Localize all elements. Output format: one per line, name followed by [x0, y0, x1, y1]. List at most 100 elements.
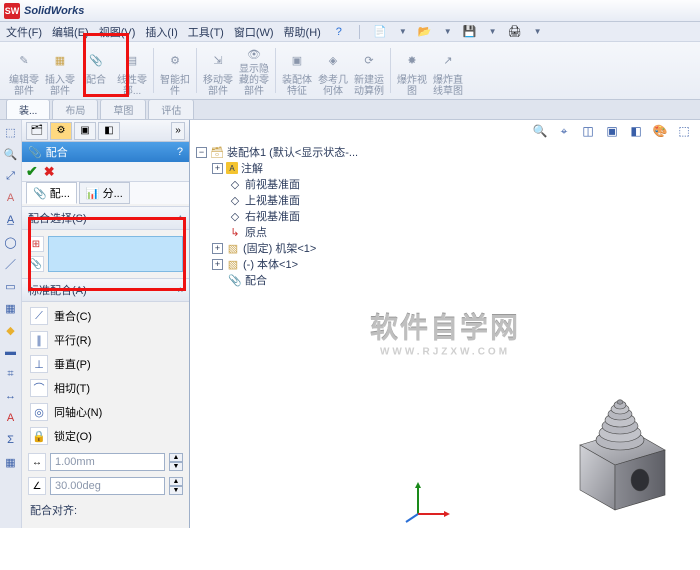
- circle-icon[interactable]: ◯: [3, 234, 19, 250]
- parallel-icon: ∥: [30, 331, 48, 349]
- section-icon[interactable]: ◧: [626, 122, 646, 140]
- fm-tab-property[interactable]: ⚙: [50, 122, 72, 140]
- fm-tab-expand[interactable]: »: [171, 122, 185, 140]
- section-standard-mates[interactable]: 标准配合(A)˄: [22, 278, 189, 302]
- dimension-icon[interactable]: ↔: [3, 388, 19, 404]
- help-icon[interactable]: ?: [331, 24, 347, 40]
- display-style-icon[interactable]: ▣: [602, 122, 622, 140]
- appearance-icon[interactable]: ⬚: [674, 122, 694, 140]
- graphics-area[interactable]: 🔍 ⌖ ◫ ▣ ◧ 🎨 ⬚ −🗃装配体1 (默认<显示状态-... +A注解 ◇…: [190, 120, 700, 528]
- line-icon[interactable]: ／: [3, 256, 19, 272]
- explode-line-button[interactable]: ↗爆炸直 线草图: [430, 44, 466, 97]
- menu-tools[interactable]: 工具(T): [188, 24, 224, 40]
- subtab-mate[interactable]: 📎配...: [26, 182, 77, 204]
- mate-coincident[interactable]: ⟋重合(C): [22, 304, 189, 328]
- spin-down[interactable]: ▼: [169, 462, 183, 471]
- select-icon[interactable]: ⬚: [3, 124, 19, 140]
- mate-lock[interactable]: 🔒锁定(O): [22, 424, 189, 448]
- zoom-fit-icon[interactable]: 🔍: [530, 122, 550, 140]
- style-icon[interactable]: Σ: [3, 432, 19, 448]
- tree-collapse[interactable]: −: [196, 147, 207, 158]
- fm-tab-feature[interactable]: 🗂: [26, 122, 48, 140]
- menu-view[interactable]: 视图(V): [99, 24, 136, 40]
- subtab-analyze[interactable]: 📊分...: [79, 182, 130, 204]
- spin-up[interactable]: ▲: [169, 477, 183, 486]
- note-icon[interactable]: A̲: [3, 212, 19, 228]
- linear-component-button[interactable]: ▤线性零 部...: [114, 44, 150, 97]
- reference-geometry-button[interactable]: ◈参考几 何体: [315, 44, 351, 97]
- print-icon[interactable]: 🖨: [507, 24, 523, 40]
- mate-parallel[interactable]: ∥平行(R): [22, 328, 189, 352]
- smart-fastener-button[interactable]: ⚙智能扣 件: [157, 44, 193, 97]
- tab-sketch[interactable]: 草图: [100, 99, 146, 119]
- spin-up[interactable]: ▲: [169, 453, 183, 462]
- mate-perpendicular[interactable]: ⊥垂直(P): [22, 352, 189, 376]
- spin-down[interactable]: ▼: [169, 486, 183, 495]
- tree-part2[interactable]: (-) 本体<1>: [243, 256, 298, 272]
- tab-evaluate[interactable]: 评估: [148, 99, 194, 119]
- tree-top-plane[interactable]: 上视基准面: [245, 192, 300, 208]
- menu-window[interactable]: 窗口(W): [234, 24, 274, 40]
- fm-tab-display[interactable]: ◧: [98, 122, 120, 140]
- fill-icon[interactable]: ▬: [3, 344, 19, 360]
- fm-tab-config[interactable]: ▣: [74, 122, 96, 140]
- multi-mate-icon[interactable]: 📎: [28, 256, 44, 272]
- dropdown-icon[interactable]: ▼: [444, 27, 452, 36]
- edit-component-button[interactable]: ✎编辑零 部件: [6, 44, 42, 97]
- tree-expand[interactable]: +: [212, 163, 223, 174]
- tree-annotations[interactable]: 注解: [241, 160, 263, 176]
- selection-field[interactable]: [48, 236, 183, 272]
- zoom-area-icon[interactable]: ⌖: [554, 122, 574, 140]
- assembly-feature-button[interactable]: ▣装配体 特征: [279, 44, 315, 97]
- tree-expand[interactable]: +: [212, 243, 223, 254]
- menu-help[interactable]: 帮助(H): [284, 24, 321, 40]
- help-icon[interactable]: ?: [177, 146, 183, 158]
- explode-view-button[interactable]: ✸爆炸视 图: [394, 44, 430, 97]
- pm-title: 配合: [46, 144, 68, 160]
- new-motion-button[interactable]: ⟳新建运 动算例: [351, 44, 387, 97]
- tree-origin[interactable]: 原点: [245, 224, 267, 240]
- move-component-button[interactable]: ⇲移动零 部件: [200, 44, 236, 97]
- view-orientation-icon[interactable]: ◫: [578, 122, 598, 140]
- menu-edit[interactable]: 编辑(E): [52, 24, 89, 40]
- view-triad[interactable]: [404, 476, 452, 524]
- section-mate-selection[interactable]: 配合选择(S)˄: [22, 206, 189, 230]
- highlight-icon[interactable]: ◆: [3, 322, 19, 338]
- tree-expand[interactable]: +: [212, 259, 223, 270]
- new-doc-icon[interactable]: 📄: [372, 24, 388, 40]
- grid-icon[interactable]: ▦: [3, 454, 19, 470]
- color-icon[interactable]: ▦: [3, 300, 19, 316]
- cancel-button[interactable]: ✖: [44, 164, 55, 180]
- mate-concentric[interactable]: ◎同轴心(N): [22, 400, 189, 424]
- font-icon[interactable]: A: [3, 410, 19, 426]
- tab-assembly[interactable]: 装...: [6, 99, 50, 119]
- magnify-icon[interactable]: 🔍: [3, 146, 19, 162]
- box-icon[interactable]: ▭: [3, 278, 19, 294]
- tree-root[interactable]: 装配体1 (默认<显示状态-...: [227, 144, 358, 160]
- scene-icon[interactable]: 🎨: [650, 122, 670, 140]
- dropdown-icon[interactable]: ▼: [489, 27, 497, 36]
- crop-icon[interactable]: ⌗: [3, 366, 19, 382]
- expand-icon[interactable]: ⤢: [3, 168, 19, 184]
- open-icon[interactable]: 📂: [417, 24, 433, 40]
- model-block-cone: [560, 380, 680, 520]
- distance-field[interactable]: 1.00mm: [50, 453, 165, 471]
- text-tool-icon[interactable]: A: [3, 190, 19, 206]
- tab-layout[interactable]: 布局: [52, 99, 98, 119]
- tree-front-plane[interactable]: 前视基准面: [245, 176, 300, 192]
- entity-icon[interactable]: ⊞: [28, 236, 44, 252]
- dropdown-icon[interactable]: ▼: [534, 27, 542, 36]
- menu-file[interactable]: 文件(F): [6, 24, 42, 40]
- mate-button[interactable]: 📎配合: [78, 44, 114, 97]
- menu-insert[interactable]: 插入(I): [145, 24, 177, 40]
- mate-tangent[interactable]: ⌒相切(T): [22, 376, 189, 400]
- tree-mates[interactable]: 配合: [245, 272, 267, 288]
- show-hide-button[interactable]: 👁显示隐 藏的零 部件: [236, 44, 272, 97]
- dropdown-icon[interactable]: ▼: [399, 27, 407, 36]
- angle-field[interactable]: 30.00deg: [50, 477, 165, 495]
- tree-right-plane[interactable]: 右视基准面: [245, 208, 300, 224]
- save-icon[interactable]: 💾: [462, 24, 478, 40]
- insert-component-button[interactable]: ▦插入零 部件: [42, 44, 78, 97]
- tree-part1[interactable]: (固定) 机架<1>: [243, 240, 316, 256]
- ok-button[interactable]: ✔: [26, 163, 38, 180]
